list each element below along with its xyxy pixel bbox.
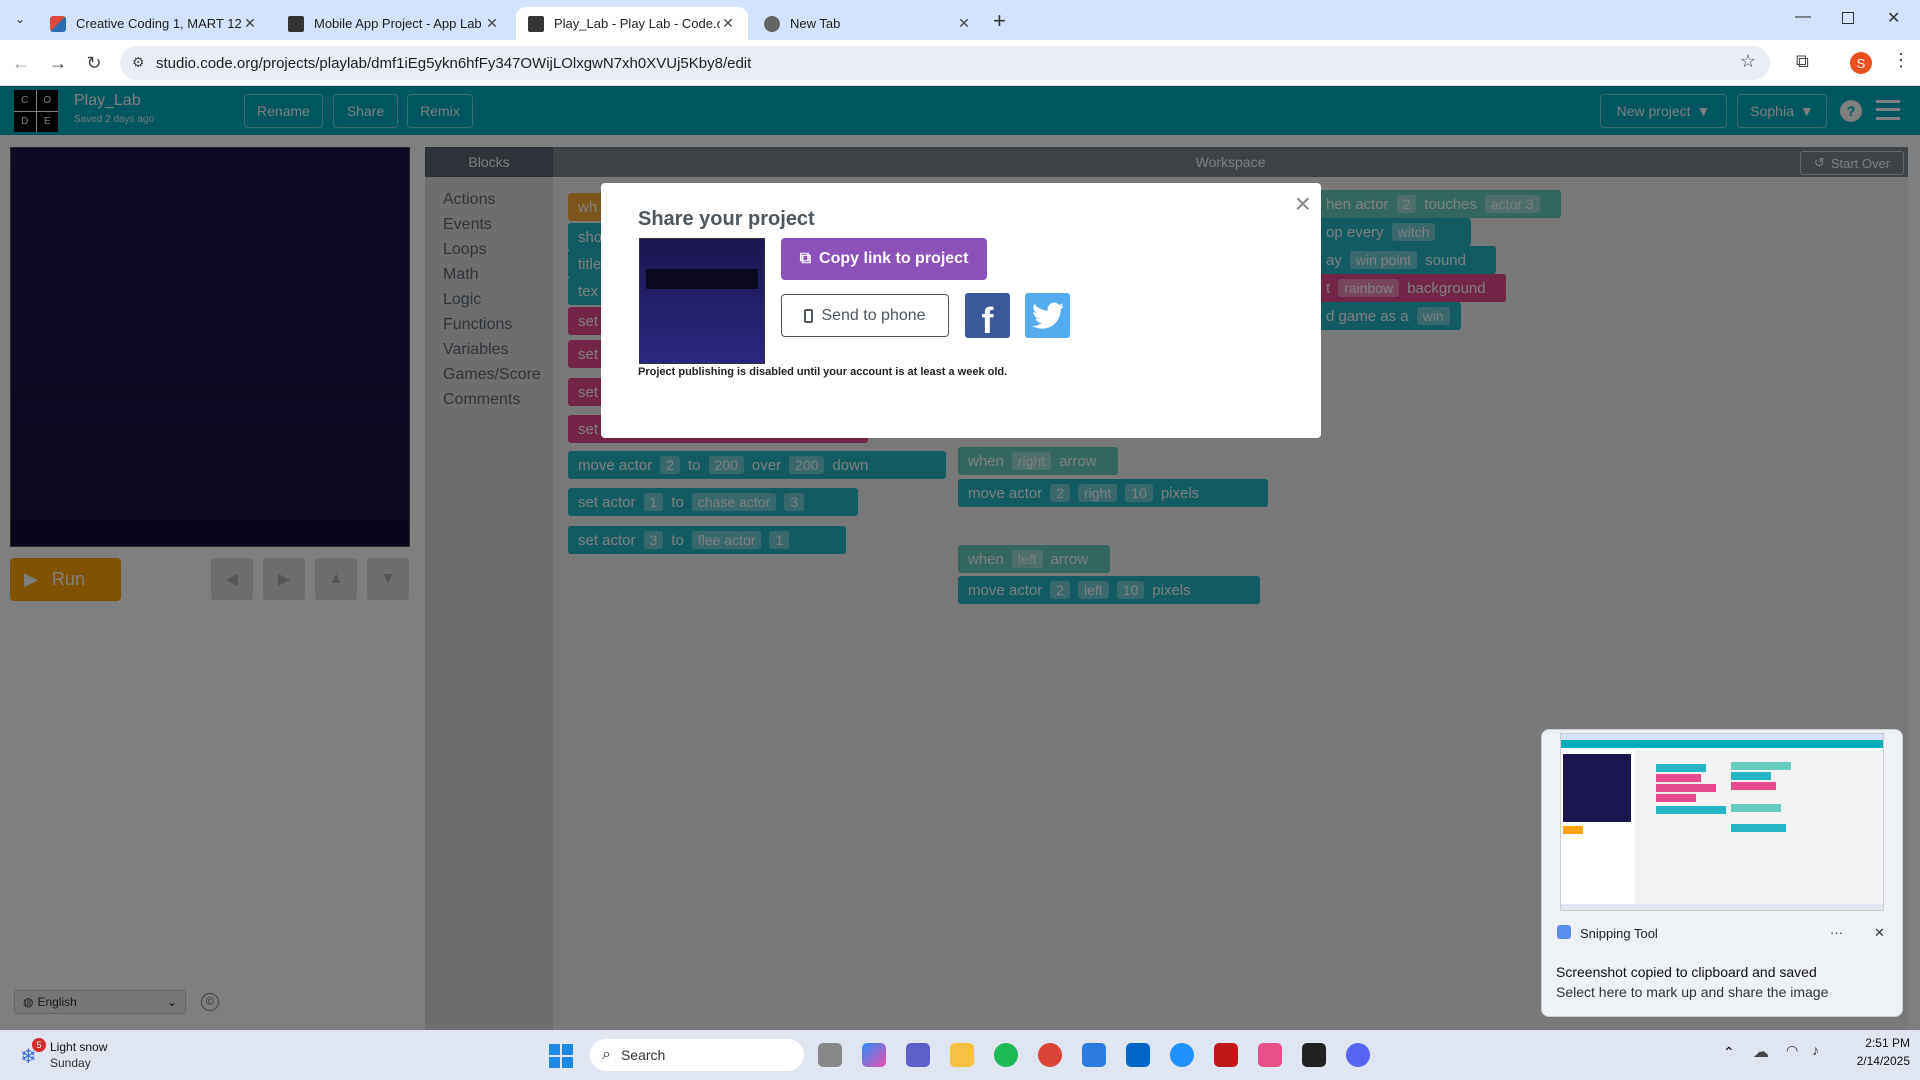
minimize-icon[interactable]: — (1795, 8, 1811, 26)
discord-icon[interactable] (1346, 1043, 1370, 1067)
tab-play-lab[interactable]: Play_Lab - Play Lab - Code.org ✕ (516, 7, 748, 40)
close-tab-icon[interactable]: ✕ (242, 15, 258, 32)
close-tab-icon[interactable]: ✕ (484, 15, 500, 32)
figma-icon[interactable] (1302, 1043, 1326, 1067)
spotify-icon[interactable] (994, 1043, 1018, 1067)
forward-icon[interactable]: → (47, 53, 69, 74)
phone-icon (804, 308, 814, 323)
chrome-icon (764, 15, 780, 32)
code-org-icon (288, 15, 304, 32)
photos-icon[interactable] (1258, 1043, 1282, 1067)
url-text: studio.code.org/projects/playlab/dmf1iEg… (156, 54, 752, 72)
search-placeholder: Search (620, 1047, 666, 1063)
show-hidden-icons[interactable]: ⌃ (1723, 1044, 1735, 1061)
copilot-icon[interactable] (862, 1043, 886, 1067)
brightspace-icon (50, 15, 66, 32)
profile-avatar[interactable]: S (1850, 52, 1872, 74)
notification-subtitle: Select here to mark up and share the ima… (1556, 984, 1829, 1000)
tab-new-tab[interactable]: New Tab ✕ (752, 7, 984, 40)
dialog-title: Share your project (638, 208, 815, 230)
twitter-icon (1031, 302, 1064, 329)
get-help-icon[interactable] (1170, 1043, 1194, 1067)
search-icon: ⌕ (602, 1046, 611, 1063)
share-dialog: Share your project × ⧉ Copy link to proje… (601, 183, 1321, 438)
onedrive-icon[interactable]: ☁ (1753, 1042, 1769, 1062)
send-to-phone-label: Send to phone (821, 306, 926, 324)
twitter-share-button[interactable] (1025, 293, 1070, 338)
mcafee-icon[interactable] (1214, 1043, 1238, 1067)
close-window-icon[interactable]: ✕ (1887, 8, 1900, 28)
weather-title: Light snow (50, 1040, 108, 1054)
send-to-phone-button[interactable]: Send to phone (781, 294, 949, 337)
task-view-icon[interactable] (818, 1043, 842, 1067)
bookmark-star-icon[interactable]: ☆ (1740, 51, 1756, 72)
notification-app-name: Snipping Tool (1580, 926, 1658, 941)
code-org-icon (528, 15, 544, 32)
tab-creative-coding[interactable]: Creative Coding 1, MART 120 | ✕ (38, 7, 270, 40)
volume-icon[interactable]: ♪ (1812, 1042, 1819, 1058)
start-button[interactable] (549, 1044, 573, 1068)
back-icon[interactable]: ← (10, 53, 32, 74)
clock[interactable]: 2:51 PM 2/14/2025 (1840, 1036, 1910, 1068)
facebook-icon: f (981, 300, 994, 338)
browser-menu-icon[interactable]: ⋮ (1892, 50, 1910, 71)
tab-search-icon[interactable]: ⌄ (10, 12, 30, 28)
notification-more-icon[interactable]: ··· (1830, 925, 1843, 940)
close-dialog-icon[interactable]: × (1295, 188, 1311, 220)
screenshot-preview[interactable] (1560, 733, 1884, 911)
new-tab-icon[interactable]: + (993, 8, 1006, 34)
clipboard-icon: ⧉ (799, 250, 812, 267)
tab-title: Mobile App Project - App Lab - (314, 16, 484, 31)
mcafee-app-icon[interactable] (1126, 1043, 1150, 1067)
file-explorer-icon[interactable] (950, 1043, 974, 1067)
microsoft-store-icon[interactable] (1082, 1043, 1106, 1067)
site-info-icon[interactable]: ⚙ (132, 54, 145, 71)
weather-widget[interactable]: ❄ 5 Light snow Sunday (16, 1036, 126, 1074)
snipping-tool-icon (1557, 925, 1571, 939)
teams-icon[interactable] (906, 1043, 930, 1067)
notification-title: Screenshot copied to clipboard and saved (1556, 964, 1817, 980)
weather-badge: 5 (32, 1038, 46, 1052)
url-field[interactable]: ⚙ studio.code.org/projects/playlab/dmf1i… (120, 46, 1770, 80)
taskbar-search[interactable]: ⌕ Search (590, 1039, 804, 1071)
tab-mobile-app[interactable]: Mobile App Project - App Lab - ✕ (276, 7, 512, 40)
restore-icon[interactable] (1842, 12, 1854, 24)
close-tab-icon[interactable]: ✕ (956, 15, 972, 32)
reload-icon[interactable]: ↻ (83, 53, 105, 74)
address-bar-row: ← → ↻ ⚙ studio.code.org/projects/playlab… (0, 40, 1920, 86)
copy-link-label: Copy link to project (819, 250, 969, 267)
project-thumbnail (639, 238, 765, 364)
snipping-tool-notification[interactable]: Snipping Tool ··· ✕ Screenshot copied to… (1541, 729, 1903, 1017)
tab-title: Creative Coding 1, MART 120 | (76, 16, 242, 31)
wifi-icon[interactable]: ◠ (1786, 1042, 1798, 1059)
weather-day: Sunday (50, 1056, 91, 1070)
notification-close-icon[interactable]: ✕ (1874, 925, 1885, 941)
copy-link-button[interactable]: ⧉ Copy link to project (781, 238, 987, 280)
close-tab-icon[interactable]: ✕ (720, 15, 736, 32)
tab-title: Play_Lab - Play Lab - Code.org (554, 16, 720, 31)
tab-title: New Tab (790, 16, 841, 31)
facebook-share-button[interactable]: f (965, 293, 1010, 338)
extensions-icon[interactable]: ⧉ (1796, 51, 1809, 72)
chrome-icon[interactable] (1038, 1043, 1062, 1067)
clock-time: 2:51 PM (1865, 1036, 1910, 1050)
publishing-disabled-notice: Project publishing is disabled until you… (638, 366, 1008, 378)
clock-date: 2/14/2025 (1856, 1054, 1910, 1068)
browser-tab-strip: ⌄ Creative Coding 1, MART 120 | ✕ Mobile… (0, 0, 1920, 40)
